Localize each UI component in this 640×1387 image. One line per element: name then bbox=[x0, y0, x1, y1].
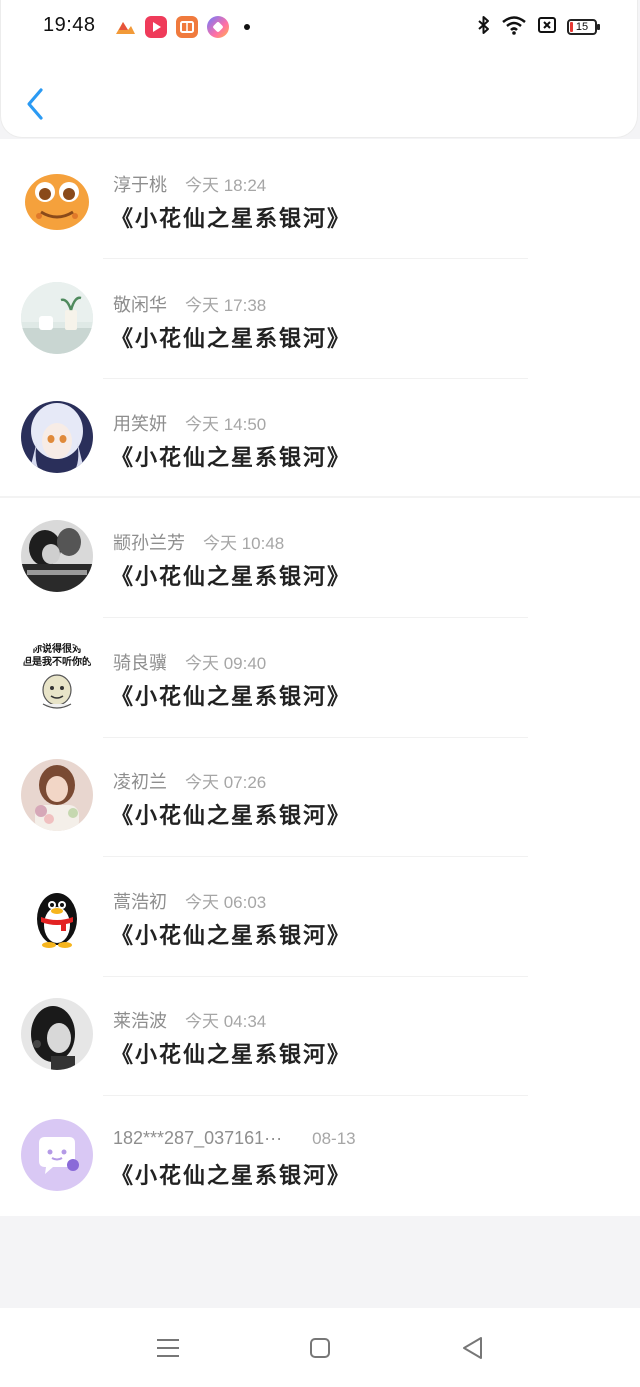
video-app-icon bbox=[145, 16, 167, 38]
system-nav-bar bbox=[0, 1308, 640, 1387]
list-item[interactable]: 用笑妍 今天 14:50 《小花仙之星系银河》 bbox=[0, 378, 640, 498]
list-item[interactable]: 莱浩波 今天 04:34 《小花仙之星系银河》 bbox=[0, 976, 640, 1096]
back-triangle-icon bbox=[463, 1337, 482, 1359]
message-time: 今天 17:38 bbox=[185, 295, 267, 315]
menu-icon bbox=[157, 1339, 179, 1357]
nav-back-button[interactable] bbox=[458, 1333, 488, 1363]
back-chevron-icon bbox=[27, 88, 43, 120]
sender-name: 敬闲华 bbox=[113, 294, 167, 316]
browser-app-icon bbox=[207, 16, 229, 38]
penguin-avatar bbox=[21, 878, 93, 951]
list-item[interactable]: 颛孙兰芳 今天 10:48 《小花仙之星系银河》 bbox=[0, 498, 640, 618]
message-text: 《小花仙之星系银河》 bbox=[111, 1042, 352, 1068]
message-time: 今天 06:03 bbox=[185, 892, 267, 912]
girl-flowers-avatar bbox=[21, 759, 93, 831]
message-list: 淳于桃 今天 18:24 《小花仙之星系银河》 敬闲华 今天 17:38 《小花仙之… bbox=[0, 139, 640, 1216]
message-time: 今天 18:24 bbox=[185, 176, 267, 195]
message-time: 今天 07:26 bbox=[185, 773, 267, 792]
message-time: 今天 09:40 bbox=[185, 653, 267, 673]
gallery-app-icon bbox=[114, 16, 136, 38]
chat-bubble-avatar bbox=[21, 1118, 93, 1191]
message-time: 今天 14:50 bbox=[185, 415, 267, 434]
status-time: 19:48 bbox=[43, 14, 96, 36]
sender-name: 182***287_037161··· bbox=[113, 1127, 283, 1148]
home-square-icon bbox=[310, 1338, 330, 1358]
wifi-icon bbox=[501, 15, 527, 39]
battery-icon: 15 bbox=[567, 19, 600, 35]
message-text: 《小花仙之星系银河》 bbox=[111, 922, 352, 949]
sender-name: 凌初兰 bbox=[113, 772, 167, 793]
bw-couple-avatar bbox=[21, 520, 93, 592]
message-text: 《小花仙之星系银河》 bbox=[111, 683, 352, 710]
menu-button[interactable] bbox=[153, 1333, 183, 1363]
message-text: 《小花仙之星系银河》 bbox=[111, 206, 352, 232]
more-notifications-dot bbox=[244, 24, 250, 30]
list-item[interactable]: 蒿浩初 今天 06:03 《小花仙之星系银河》 bbox=[0, 857, 640, 977]
back-button[interactable] bbox=[19, 84, 53, 124]
message-time: 今天 10:48 bbox=[203, 534, 285, 553]
sender-name: 用笑妍 bbox=[113, 414, 167, 435]
home-button[interactable] bbox=[305, 1333, 335, 1363]
anime-girl-avatar bbox=[21, 401, 93, 473]
sender-name: 蒿浩初 bbox=[113, 891, 167, 913]
bw-girl-avatar bbox=[21, 998, 93, 1070]
message-text: 《小花仙之星系银河》 bbox=[111, 803, 352, 829]
sender-name: 莱浩波 bbox=[113, 1011, 167, 1032]
message-text: 《小花仙之星系银河》 bbox=[111, 325, 352, 352]
sender-name: 颛孙兰芳 bbox=[113, 533, 185, 554]
message-time: 今天 04:34 bbox=[185, 1012, 267, 1031]
list-item[interactable]: 敬闲华 今天 17:38 《小花仙之星系银河》 bbox=[0, 259, 640, 379]
list-item[interactable]: 182***287_037161··· 08-13 《小花仙之星系银河》 bbox=[0, 1096, 640, 1216]
message-text: 《小花仙之星系银河》 bbox=[111, 564, 352, 590]
list-item[interactable]: 淳于桃 今天 18:24 《小花仙之星系银河》 bbox=[0, 139, 640, 259]
message-text: 《小花仙之星系银河》 bbox=[111, 1162, 352, 1189]
sender-name: 淳于桃 bbox=[113, 175, 167, 196]
sender-name: 骑良骥 bbox=[113, 652, 167, 674]
notification-icons bbox=[114, 16, 250, 38]
sim-icon bbox=[537, 15, 557, 39]
reader-app-icon bbox=[176, 16, 198, 38]
plant-cup-avatar bbox=[21, 281, 93, 354]
list-item[interactable]: 凌初兰 今天 07:26 《小花仙之星系银河》 bbox=[0, 737, 640, 857]
header-bar: 19:48 15 bbox=[0, 0, 638, 138]
list-item[interactable]: 你说得很对 但是我不听你的 骑良骥 今天 09:40 《小花仙之星系银河》 bbox=[0, 618, 640, 738]
message-text: 《小花仙之星系银河》 bbox=[111, 445, 352, 471]
meme-avatar: 你说得很对 但是我不听你的 bbox=[21, 639, 93, 712]
system-icons: 15 bbox=[477, 15, 600, 39]
bluetooth-icon bbox=[477, 15, 491, 39]
orange-cartoon-avatar bbox=[21, 162, 93, 234]
message-time: 08-13 bbox=[312, 1128, 356, 1148]
